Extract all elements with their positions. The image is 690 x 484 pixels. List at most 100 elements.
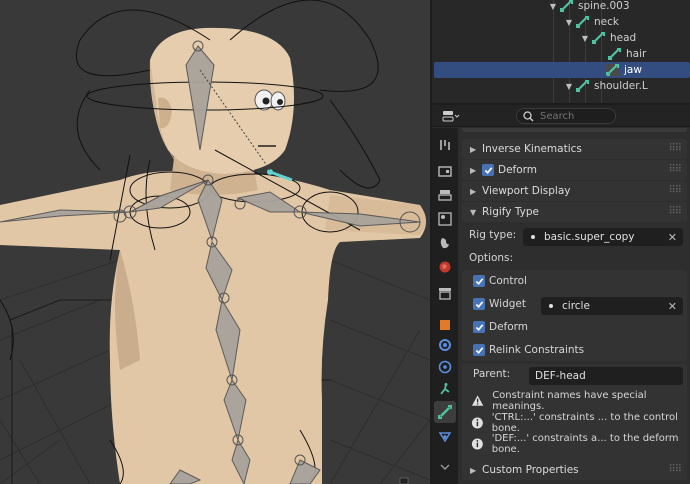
section-deform[interactable]: ▶ Deform ⠿⠿: [462, 160, 687, 180]
properties-content: ▶ Inverse Kinematics ⠿⠿ ▶ Deform ⠿⠿ ▶ Vi…: [459, 128, 690, 484]
drag-handle-icon[interactable]: ⠿⠿: [668, 143, 682, 154]
scene-icon: [440, 238, 449, 249]
drag-handle-icon[interactable]: ⠿⠿: [668, 185, 682, 196]
outliner-item-head[interactable]: ▼ head: [432, 30, 690, 46]
bullet-icon: [549, 304, 553, 308]
section-rigify-type[interactable]: ▼ Rigify Type ⠿⠿: [462, 202, 687, 222]
check-icon: [475, 346, 483, 354]
tab-collection[interactable]: [434, 282, 456, 304]
tab-modifiers[interactable]: [434, 334, 456, 356]
physics-icon: [438, 360, 452, 374]
chevron-down-icon[interactable]: ▼: [548, 2, 558, 11]
relink-constraints-checkbox[interactable]: [473, 344, 485, 356]
properties-editor-icon: [442, 111, 460, 122]
control-checkbox[interactable]: [473, 275, 485, 287]
outliner-item-label: jaw: [624, 64, 642, 76]
chevron-down-icon[interactable]: ▼: [564, 82, 574, 91]
drag-handle-icon[interactable]: ⠿⠿: [668, 206, 682, 217]
parent-label: Parent:: [473, 368, 511, 380]
search-input[interactable]: [540, 110, 610, 122]
modifier-icon: [439, 339, 451, 351]
chevron-down-icon[interactable]: ▼: [564, 18, 574, 27]
section-title: Rigify Type: [482, 206, 539, 218]
chevron-down-icon[interactable]: ▼: [580, 34, 590, 43]
drag-handle-icon[interactable]: ⠿⠿: [668, 164, 682, 175]
section-tail: [462, 128, 687, 132]
outliner-item-label: hair: [626, 48, 647, 60]
drag-handle-icon[interactable]: ⠿⠿: [668, 464, 682, 475]
widget-checkbox[interactable]: [473, 298, 485, 310]
widget-label: Widget: [489, 298, 526, 310]
info-def-text: 'DEF:...' constraints a... to the deform…: [491, 433, 679, 455]
tool-icon: [440, 140, 450, 150]
outliner-item-spine-003[interactable]: ▼ spine.003: [432, 0, 690, 14]
deform-option[interactable]: Deform: [473, 321, 528, 333]
widget-option[interactable]: Widget: [473, 298, 526, 310]
tab-object[interactable]: [434, 314, 456, 336]
tab-view-layer[interactable]: [434, 208, 456, 230]
section-custom-properties[interactable]: ▶ Custom Properties ⠿⠿: [462, 460, 687, 480]
outliner-item-neck[interactable]: ▼ neck: [432, 14, 690, 30]
tab-tool[interactable]: [434, 134, 456, 156]
tab-world[interactable]: [434, 256, 456, 278]
chevron-down-icon: [440, 464, 450, 470]
tab-bone[interactable]: [434, 401, 456, 423]
info-icon: [471, 417, 483, 429]
properties-tabs: [432, 128, 458, 484]
deform-option-checkbox[interactable]: [473, 321, 485, 333]
bone-icon: [608, 48, 622, 60]
tab-scene[interactable]: [434, 232, 456, 254]
section-title: Deform: [498, 164, 538, 176]
tab-render[interactable]: [434, 160, 456, 182]
bone-constraint-icon: [438, 432, 452, 443]
check-icon: [475, 277, 483, 285]
control-option[interactable]: Control: [473, 275, 527, 287]
editor-type-button[interactable]: [438, 108, 464, 124]
info-ctrl-text: 'CTRL:...' constraints ... to the contro…: [491, 412, 678, 434]
bullet-icon: [531, 235, 535, 239]
bone-icon: [576, 16, 590, 28]
tab-bone-constraints[interactable]: [434, 426, 456, 448]
clear-icon[interactable]: ✕: [668, 300, 677, 313]
outliner-item-label: head: [610, 32, 637, 44]
parent-field[interactable]: DEF-head: [529, 367, 683, 385]
tab-output[interactable]: [434, 184, 456, 206]
clear-icon[interactable]: ✕: [668, 231, 677, 244]
relink-constraints-label: Relink Constraints: [489, 344, 585, 356]
search-field[interactable]: [516, 108, 616, 124]
tab-particles[interactable]: [434, 356, 456, 378]
3d-viewport[interactable]: [0, 0, 430, 484]
control-label: Control: [489, 275, 527, 287]
deform-checkbox[interactable]: [482, 164, 494, 176]
chevron-down-icon: ▼: [470, 207, 477, 217]
outliner-item-hair[interactable]: hair: [432, 46, 690, 62]
render-icon: [438, 166, 452, 177]
tab-object-data[interactable]: [434, 378, 456, 400]
deform-option-label: Deform: [489, 321, 529, 333]
tab-scroll-down[interactable]: [434, 456, 456, 478]
properties-header: [432, 105, 690, 127]
properties-editor: ▶ Inverse Kinematics ⠿⠿ ▶ Deform ⠿⠿ ▶ Vi…: [432, 105, 690, 484]
section-viewport-display[interactable]: ▶ Viewport Display ⠿⠿: [462, 181, 687, 201]
outliner-item-shoulder-l[interactable]: ▼ shoulder.L: [432, 78, 690, 94]
options-label: Options:: [469, 252, 514, 264]
check-icon: [475, 300, 483, 308]
world-icon: [439, 261, 451, 273]
warning-text: Constraint names have special meanings.: [492, 390, 647, 412]
warning-icon: [471, 395, 484, 406]
widget-field[interactable]: circle ✕: [541, 297, 683, 315]
rig-type-label: Rig type:: [469, 229, 517, 241]
chevron-right-icon: ▶: [470, 165, 477, 175]
object-icon: [440, 320, 450, 330]
section-inverse-kinematics[interactable]: ▶ Inverse Kinematics ⠿⠿: [462, 139, 687, 159]
bone-icon: [438, 405, 452, 419]
outliner[interactable]: ▼ spine.003 ▼ neck ▼ head hair jaw ▼ sho…: [432, 0, 690, 103]
relink-constraints-option[interactable]: Relink Constraints: [473, 344, 584, 356]
info-icon: [471, 438, 483, 450]
view-layer-icon: [438, 212, 452, 226]
bone-icon: [576, 80, 590, 92]
search-icon: [523, 110, 534, 121]
outliner-item-jaw[interactable]: jaw: [434, 62, 690, 78]
section-title: Custom Properties: [482, 464, 579, 476]
rig-type-field[interactable]: basic.super_copy ✕: [523, 228, 683, 246]
